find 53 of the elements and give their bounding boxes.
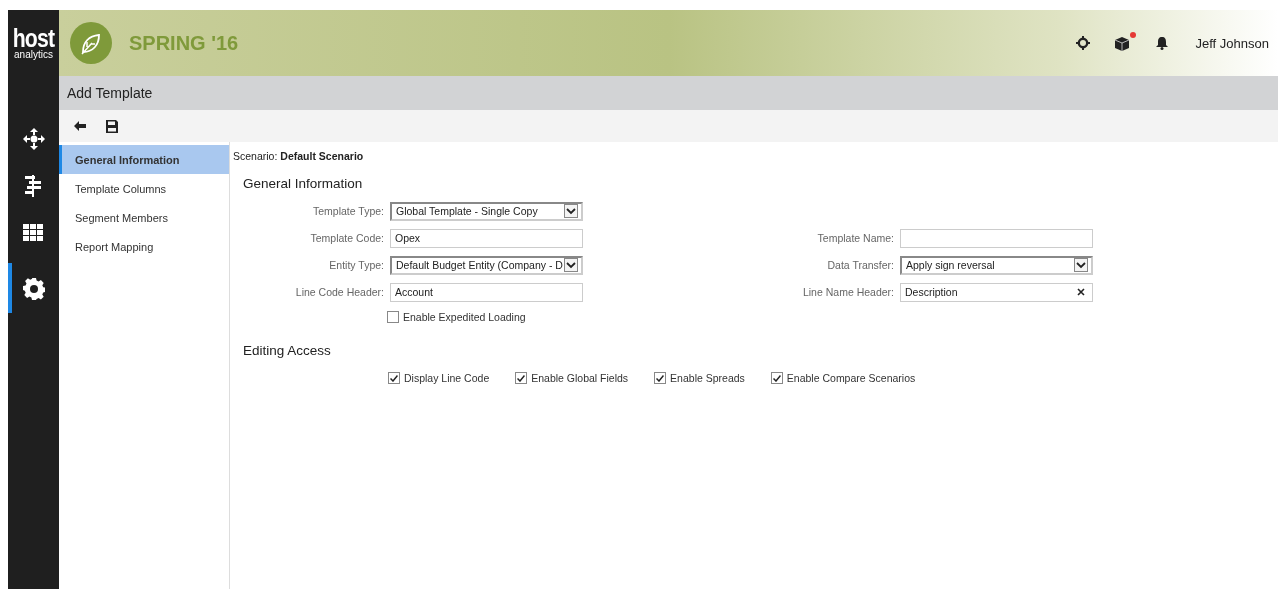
checkbox[interactable] [388,372,400,384]
checkbox-label: Enable Compare Scenarios [786,372,916,384]
checkbox-label: Enable Spreads [670,372,745,384]
chevron-down-icon [564,258,578,272]
nav-item[interactable]: Template Columns [59,174,229,203]
checkmark-icon [772,374,781,382]
leaf-logo-icon [70,22,112,64]
scenario-value: Default Scenario [280,150,364,162]
move-arrows-icon [22,128,45,151]
save-icon[interactable] [106,119,118,133]
checkbox[interactable] [770,372,783,384]
input-field[interactable]: Opex [390,228,583,248]
input-field[interactable] [900,228,1093,248]
scenario-label: Scenario: [233,150,278,162]
chevron-down-icon [564,204,578,218]
page-title: Add Template [59,76,1278,110]
dropdown[interactable]: Default Budget Entity (Company - D [390,255,583,275]
logo-subtitle: analytics [14,48,53,60]
chevron-down-icon [1074,258,1088,272]
checkmark-icon [656,374,665,382]
field-label: Template Code: [310,232,384,244]
checkbox-label: Enable Expedited Loading [403,311,526,323]
crosshair-icon[interactable] [1075,36,1090,50]
input-field[interactable]: Description [900,282,1093,302]
input-field[interactable]: Account [390,282,583,302]
dropdown[interactable]: Apply sign reversal [900,255,1093,275]
dropdown[interactable]: Global Template - Single Copy [390,201,583,221]
checkmark-icon [390,374,398,382]
nav-item[interactable]: Report Mapping [59,232,229,261]
checkmark-icon [517,374,526,382]
section-heading: Editing Access [243,343,332,358]
nav-item[interactable]: Segment Members [59,203,229,232]
field-label: Template Type: [313,205,384,217]
bell-icon[interactable] [1155,36,1168,50]
field-label: Template Name: [817,232,894,244]
checkbox[interactable] [387,311,399,323]
section-heading: General Information [243,176,364,191]
back-arrow-icon[interactable] [74,121,86,131]
clear-icon[interactable] [1077,288,1085,296]
field-label: Entity Type: [329,259,384,271]
cube-icon[interactable] [1113,35,1132,51]
settings-icon [22,276,45,300]
user-name[interactable]: Jeff Johnson [1195,35,1269,51]
checkbox-label: Enable Global Fields [531,372,629,384]
field-label: Line Code Header: [295,286,384,298]
checkbox[interactable] [654,372,667,384]
nav-item[interactable]: General Information [59,145,229,174]
logo-text: host [12,26,55,49]
checkbox[interactable] [515,372,528,384]
release-title: SPRING '16 [129,31,239,55]
checkbox-label: Display Line Code [404,372,490,384]
field-label: Data Transfer: [827,259,894,271]
field-label: Line Name Header: [802,286,894,298]
